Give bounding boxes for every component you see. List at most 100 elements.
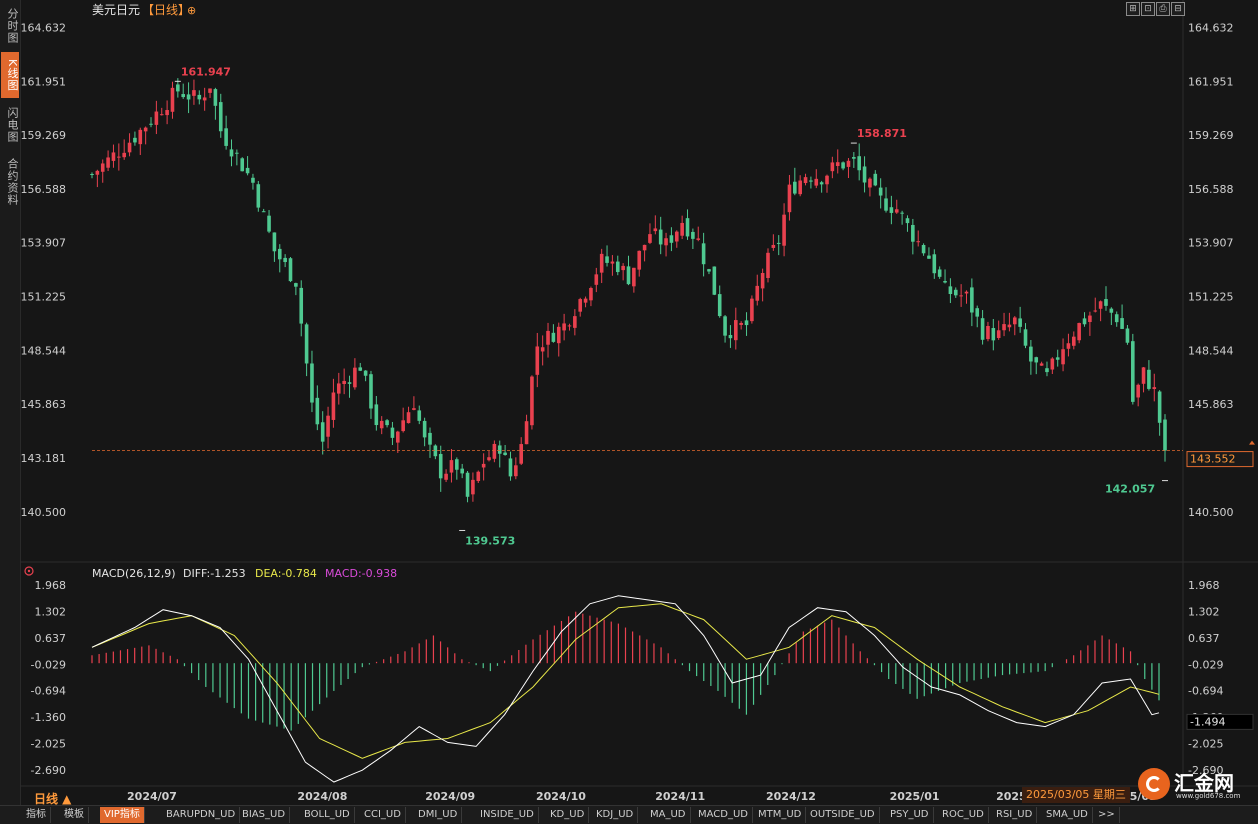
candle-body (497, 445, 502, 454)
candle-body (771, 244, 776, 248)
candle-body (374, 404, 379, 426)
indicator-tab[interactable]: 模板 (60, 807, 89, 823)
indicator-tab[interactable]: KD_UD (546, 807, 590, 823)
indicator-tab-bar: 指标 模板 VIP指标 BARUPDN_UD BIAS_UD BOLL_UD CCI_UD D… (0, 805, 1258, 824)
candle-body (589, 288, 593, 301)
candle-body (294, 283, 298, 287)
candle-body (154, 111, 159, 125)
indicator-tab[interactable]: INSIDE_UD (476, 807, 539, 823)
candle-body (1131, 341, 1135, 402)
candle-body (471, 479, 475, 495)
candle-body (1157, 391, 1162, 423)
chart-canvas[interactable]: 164.632 164.632 161.951 161.951 159.269 159.2… (20, 0, 1258, 805)
candle-body (1039, 363, 1044, 366)
indicator-tab[interactable]: VIP指标 (100, 807, 145, 823)
indicator-tab[interactable]: >> (1094, 807, 1120, 823)
candle-body (578, 299, 583, 312)
extreme-label: 142.057 (1105, 483, 1155, 496)
candle-body (1120, 318, 1124, 329)
indicator-tab[interactable]: PSY_UD (886, 807, 934, 823)
indicator-tab[interactable]: SMA_UD (1042, 807, 1093, 823)
candle-body (959, 295, 963, 297)
price-tick-left: 159.269 (21, 129, 67, 142)
candle-body (1141, 367, 1146, 384)
candle-body (916, 241, 921, 243)
price-tick-left: 151.225 (21, 291, 67, 304)
print-icon[interactable]: ⎙ (1156, 2, 1170, 16)
candle-body (734, 320, 738, 341)
candle-body (884, 198, 888, 211)
candle-body (460, 468, 464, 474)
candle-body (267, 215, 271, 232)
indicator-tab[interactable]: KDJ_UD (592, 807, 639, 823)
indicator-tab[interactable]: 指标 (22, 807, 51, 823)
candle-body (755, 285, 760, 301)
candle-body (1066, 343, 1071, 349)
candle-body (750, 298, 754, 322)
candle-body (336, 383, 341, 394)
sidebar-item-timeshare[interactable]: 分时图 (1, 4, 19, 48)
candle-body (117, 156, 121, 158)
candle-body (514, 465, 518, 477)
layout-icon[interactable]: ⊟ (1171, 2, 1185, 16)
candle-body (610, 261, 615, 264)
candle-body (535, 346, 540, 375)
candle-body (218, 102, 223, 132)
candle-body (476, 471, 481, 482)
price-tick-left: 164.632 (21, 21, 67, 34)
last-price-arrow-icon (1249, 440, 1255, 445)
indicator-tab[interactable]: OUTSIDE_UD (806, 807, 880, 823)
add-indicator-icon[interactable]: ⊕ (187, 4, 196, 17)
candle-body (567, 325, 572, 327)
candle-body (390, 427, 395, 438)
candle-body (551, 332, 556, 342)
candle-body (320, 422, 325, 442)
candle-body (814, 178, 819, 186)
sidebar-item-flash[interactable]: 闪电图 (1, 102, 19, 148)
candle-body (165, 110, 169, 116)
sidebar-item-kline[interactable]: K线图 (1, 52, 19, 98)
candle-body (1104, 299, 1108, 306)
chart-symbol: 美元日元 (92, 3, 140, 17)
candle-body (986, 325, 990, 340)
candle-body (277, 248, 282, 260)
zoom-icon[interactable]: ⊡ (1141, 2, 1155, 16)
candle-body (723, 316, 727, 336)
indicator-tab[interactable]: BARUPDN_UD (162, 807, 241, 823)
indicator-tab[interactable]: BIAS_UD (238, 807, 291, 823)
indicator-tab[interactable]: RSI_UD (992, 807, 1038, 823)
candle-body (927, 255, 931, 259)
sidebar-item-contract-info[interactable]: 合约资料 (1, 152, 19, 212)
candle-body (331, 392, 336, 420)
candle-body (1045, 368, 1049, 373)
candle-body (599, 253, 604, 273)
indicator-tab[interactable]: CCI_UD (360, 807, 406, 823)
candle-body (674, 231, 679, 242)
candle-body (717, 294, 722, 317)
macd-tick-left: -0.029 (31, 658, 66, 671)
candle-body (632, 267, 636, 287)
indicator-tab[interactable]: MACD_UD (694, 807, 753, 823)
candle-body (873, 173, 878, 186)
indicator-tab[interactable]: ROC_UD (938, 807, 989, 823)
indicator-tab[interactable]: DMI_UD (414, 807, 463, 823)
candle-body (964, 291, 969, 294)
indicator-tab[interactable]: MA_UD (646, 807, 691, 823)
crosshair-icon[interactable]: ⊞ (1126, 2, 1140, 16)
candle-body (819, 182, 824, 185)
candle-body (1055, 357, 1060, 360)
candle-body (970, 287, 974, 313)
indicator-tab[interactable]: BOLL_UD (300, 807, 355, 823)
macd-settings-icon[interactable] (24, 566, 34, 576)
candle-body (401, 420, 405, 432)
candle-body (304, 324, 309, 364)
candle-body (760, 272, 765, 289)
candle-body (626, 266, 631, 285)
candle-body (143, 127, 148, 132)
candle-body (197, 94, 202, 100)
candle-body (524, 421, 529, 445)
candle-body (546, 330, 550, 345)
candle-body (605, 256, 609, 263)
candle-body (1088, 315, 1092, 323)
indicator-tab[interactable]: MTM_UD (754, 807, 807, 823)
